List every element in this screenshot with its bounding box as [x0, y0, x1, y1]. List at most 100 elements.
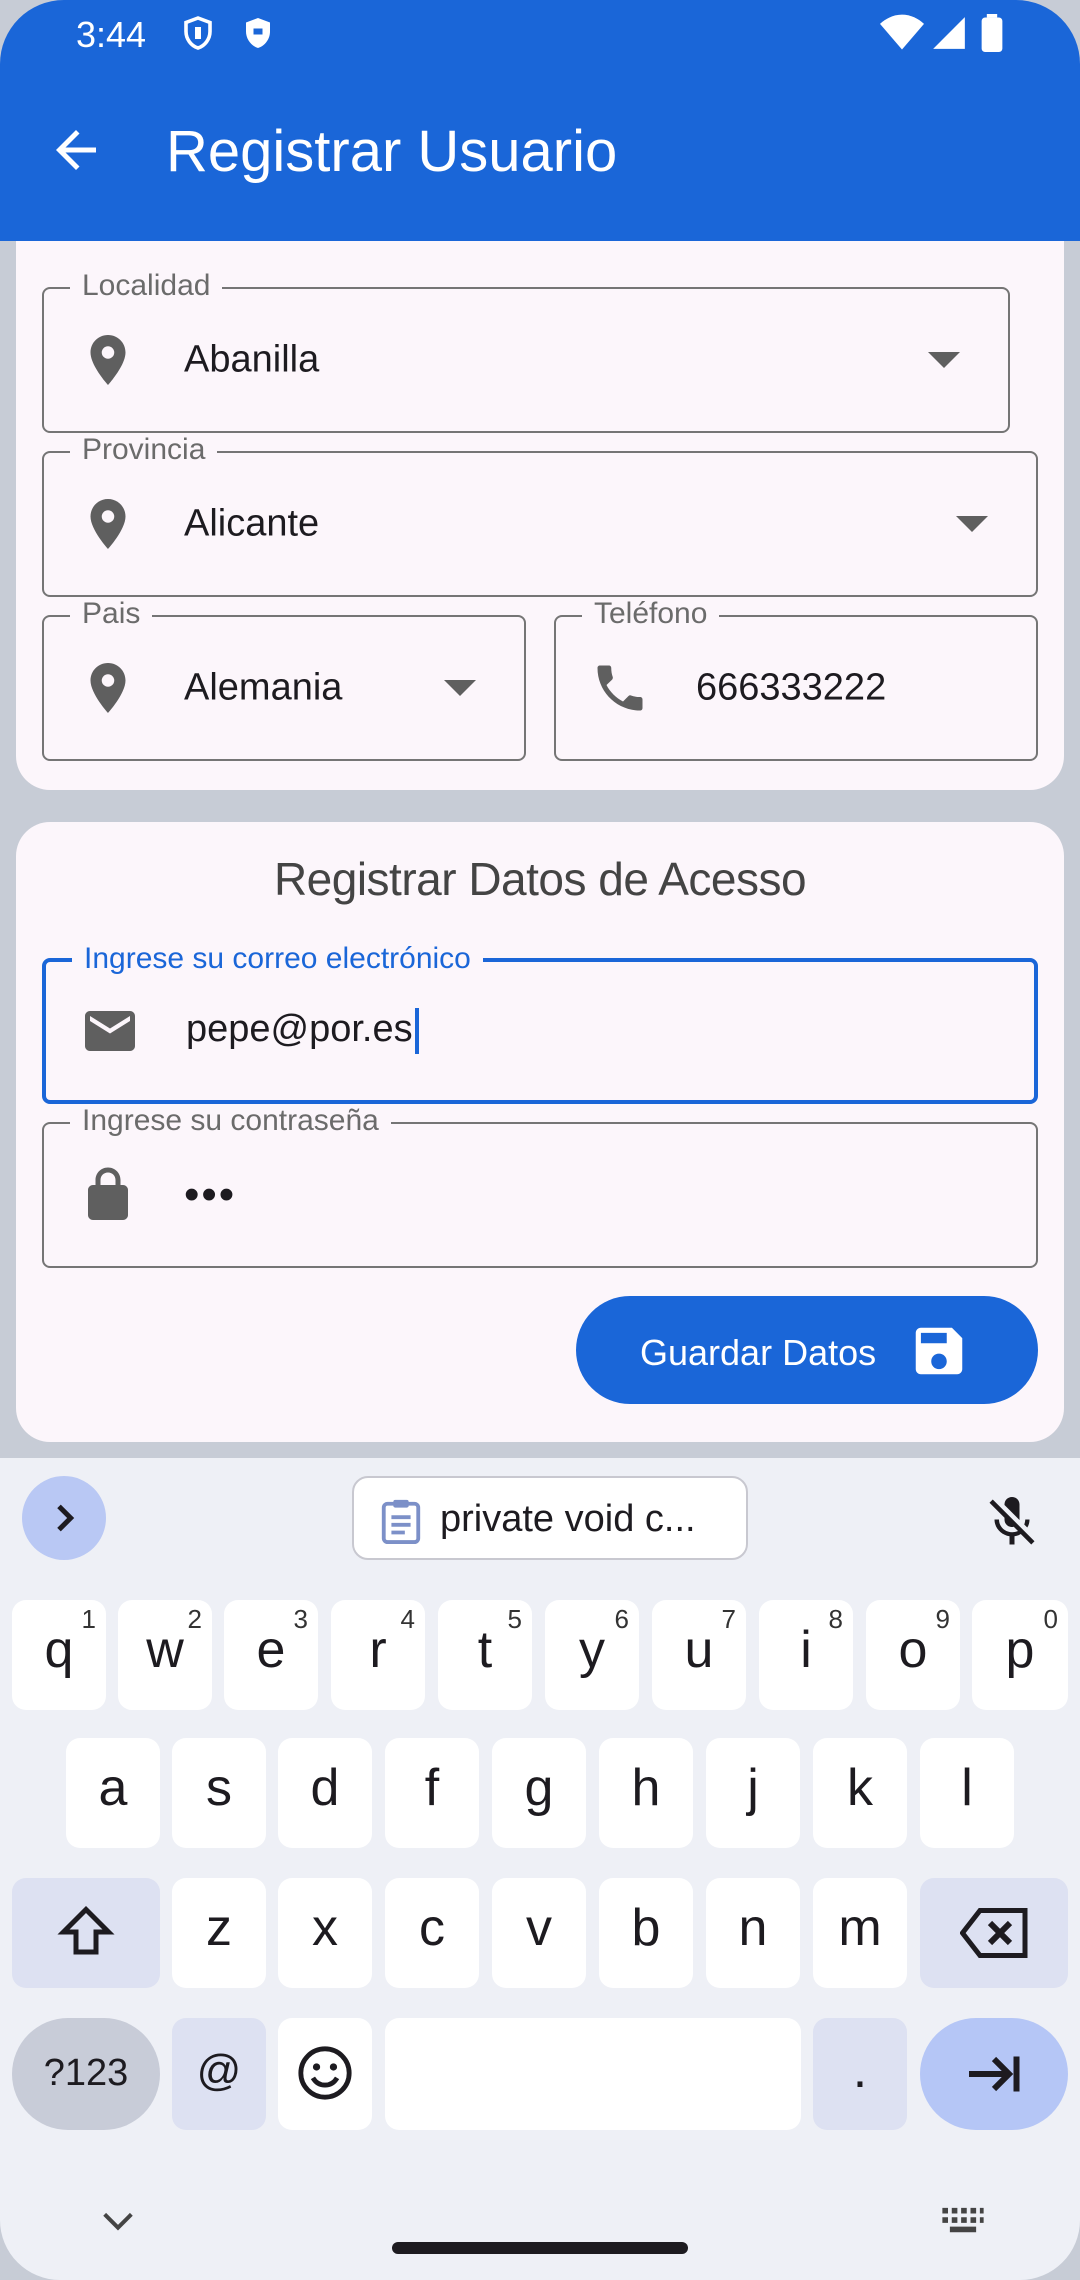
pais-label: Pais: [70, 597, 153, 631]
back-arrow-icon[interactable]: [46, 120, 106, 180]
provincia-value: Alicante: [184, 502, 320, 545]
key-p[interactable]: p0: [972, 1600, 1068, 1710]
key-f[interactable]: f: [385, 1738, 479, 1848]
lock-icon: [88, 1167, 128, 1220]
shield-icon: [246, 18, 270, 48]
provincia-dropdown[interactable]: Provincia Alicante: [42, 433, 1038, 597]
key-number-hint: 2: [187, 1604, 202, 1634]
shield-outline-icon: [184, 16, 212, 50]
key-letter: n: [738, 1899, 768, 1957]
chevron-down-icon: [928, 352, 960, 368]
access-section-title: Registrar Datos de Acesso: [273, 853, 807, 905]
key-letter: l: [961, 1759, 973, 1817]
key-r[interactable]: r4: [331, 1600, 425, 1710]
key-number-hint: 4: [400, 1604, 415, 1634]
telefono-value: 666333222: [696, 666, 887, 709]
next-key[interactable]: [920, 2018, 1068, 2130]
chevron-down-icon: [444, 680, 476, 696]
clipboard-suggestion-chip[interactable]: private void c...: [352, 1476, 748, 1560]
key-b[interactable]: b: [599, 1878, 693, 1988]
key-x[interactable]: x: [278, 1878, 372, 1988]
key-letter: v: [526, 1899, 552, 1957]
key-u[interactable]: u7: [652, 1600, 746, 1710]
expand-toolbar-button[interactable]: [22, 1476, 106, 1560]
tab-arrow-icon: [969, 2056, 1020, 2092]
pais-dropdown[interactable]: Pais Alemania: [42, 597, 526, 761]
signal-icon: [933, 17, 965, 49]
symbols-key[interactable]: ?123: [12, 2018, 160, 2130]
shift-key[interactable]: [12, 1878, 160, 1988]
key-number-hint: 8: [828, 1604, 843, 1634]
key-letter: c: [419, 1899, 445, 1957]
key-y[interactable]: y6: [545, 1600, 639, 1710]
email-value: pepe@por.es: [186, 1008, 413, 1051]
email-value-wrap: pepe@por.es: [186, 1008, 419, 1054]
key-number-hint: 6: [614, 1604, 629, 1634]
key-m[interactable]: m: [813, 1878, 907, 1988]
clipboard-suggestion-text: private void c...: [440, 1498, 696, 1540]
symbols-key-label: ?123: [43, 2052, 129, 2094]
key-w[interactable]: w2: [118, 1600, 212, 1710]
key-h[interactable]: h: [599, 1738, 693, 1848]
key-o[interactable]: o9: [866, 1600, 960, 1710]
key-n[interactable]: n: [706, 1878, 800, 1988]
key-l[interactable]: l: [920, 1738, 1014, 1848]
battery-icon: [981, 14, 1003, 52]
telefono-label: Teléfono: [582, 597, 720, 631]
key-letter: b: [631, 1899, 661, 1957]
shift-icon: [57, 1905, 115, 1955]
gesture-navigation-handle[interactable]: [392, 2242, 688, 2254]
key-d[interactable]: d: [278, 1738, 372, 1848]
keyboard-switch-icon[interactable]: [940, 2206, 986, 2236]
key-number-hint: 5: [507, 1604, 522, 1634]
emoji-key[interactable]: [278, 2018, 372, 2130]
key-letter: d: [310, 1759, 340, 1817]
save-button-label: Guardar Datos: [640, 1332, 877, 1373]
provincia-label: Provincia: [70, 433, 218, 467]
password-value: •••: [184, 1170, 237, 1219]
password-field[interactable]: Ingrese su contraseña •••: [42, 1104, 1038, 1268]
key-number-hint: 1: [81, 1604, 96, 1634]
key-i[interactable]: i8: [759, 1600, 853, 1710]
key-c[interactable]: c: [385, 1878, 479, 1988]
key-a[interactable]: a: [66, 1738, 160, 1848]
mail-icon: [85, 1011, 135, 1051]
key-t[interactable]: t5: [438, 1600, 532, 1710]
chevron-down-icon: [956, 516, 988, 532]
at-key[interactable]: @: [172, 2018, 266, 2130]
email-field[interactable]: Ingrese su correo electrónico pepe@por.e…: [42, 942, 1038, 1104]
telefono-field[interactable]: Teléfono 666333222: [554, 597, 1038, 761]
key-q[interactable]: q1: [12, 1600, 106, 1710]
key-j[interactable]: j: [706, 1738, 800, 1848]
key-s[interactable]: s: [172, 1738, 266, 1848]
on-screen-keyboard: private void c... q1 w2 e3 r4 t5 y6 u7 i…: [0, 1458, 1080, 2280]
location-pin-icon: [90, 335, 126, 385]
save-icon: [915, 1327, 963, 1375]
wifi-icon: [880, 14, 924, 50]
key-v[interactable]: v: [492, 1878, 586, 1988]
localidad-dropdown[interactable]: Localidad Abanilla: [42, 269, 1010, 433]
page-title: Registrar Usuario: [166, 119, 618, 184]
pais-value: Alemania: [184, 666, 343, 709]
key-letter: m: [838, 1899, 882, 1957]
space-key[interactable]: [385, 2018, 801, 2130]
screen: Localidad Abanilla Provincia Alicante Pa…: [0, 0, 1080, 2280]
key-number-hint: 3: [293, 1604, 308, 1634]
backspace-key[interactable]: [920, 1878, 1068, 1988]
hide-keyboard-icon[interactable]: [98, 2206, 138, 2236]
phone-icon: [597, 665, 643, 711]
chevron-right-icon: [57, 1504, 75, 1532]
localidad-value: Abanilla: [184, 338, 320, 381]
mic-off-icon[interactable]: [982, 1492, 1042, 1552]
location-pin-icon: [90, 499, 126, 549]
key-e[interactable]: e3: [224, 1600, 318, 1710]
key-k[interactable]: k: [813, 1738, 907, 1848]
period-key[interactable]: .: [813, 2018, 907, 2130]
key-number-hint: 7: [721, 1604, 736, 1634]
email-label: Ingrese su correo electrónico: [72, 942, 483, 976]
key-g[interactable]: g: [492, 1738, 586, 1848]
at-key-label: @: [196, 2046, 242, 2095]
key-z[interactable]: z: [172, 1878, 266, 1988]
status-bar: 3:44: [0, 0, 1080, 70]
save-button[interactable]: Guardar Datos: [576, 1296, 1038, 1404]
